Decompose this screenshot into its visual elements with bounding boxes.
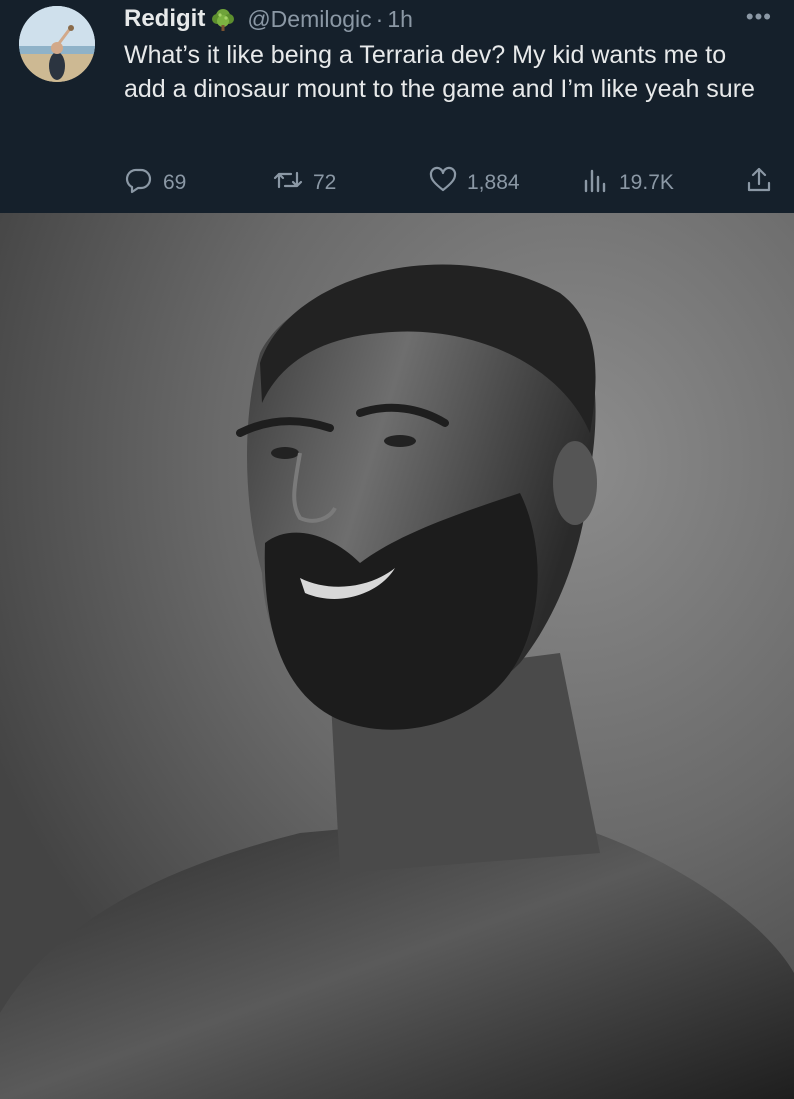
- like-button[interactable]: 1,884: [428, 166, 520, 200]
- repost-count: 72: [313, 171, 337, 194]
- tweet-author-row: Redigit @Demilogic · 1h: [124, 4, 413, 34]
- reply-icon: [124, 165, 163, 201]
- views-icon: [580, 165, 619, 201]
- avatar[interactable]: [19, 6, 95, 82]
- tweet-actions-bar: 69 72 1,884 19.7K: [0, 166, 794, 200]
- user-handle[interactable]: @Demilogic: [247, 6, 371, 33]
- reply-button[interactable]: 69: [124, 166, 186, 200]
- tweet-media-image[interactable]: [0, 213, 794, 1099]
- share-button[interactable]: [744, 166, 783, 200]
- like-count: 1,884: [467, 171, 520, 194]
- heart-icon: [428, 165, 467, 201]
- grayscale-bearded-man-photo: [0, 213, 794, 1099]
- views-button[interactable]: 19.7K: [580, 166, 674, 200]
- more-options-button[interactable]: •••: [746, 4, 772, 30]
- repost-button[interactable]: 72: [272, 166, 336, 200]
- views-count: 19.7K: [619, 171, 674, 194]
- share-icon: [744, 165, 783, 201]
- display-name[interactable]: Redigit: [124, 5, 205, 33]
- timestamp[interactable]: 1h: [387, 6, 413, 33]
- repost-icon: [272, 165, 313, 201]
- tweet-text: What’s it like being a Terraria dev? My …: [124, 41, 755, 103]
- tweet-header: Redigit @Demilogic · 1h ••• What’s it li…: [0, 0, 794, 213]
- green-tree-badge-icon: [209, 5, 237, 33]
- separator-dot: ·: [375, 5, 384, 32]
- reply-count: 69: [163, 171, 187, 194]
- avatar-photo-icon: [19, 6, 95, 82]
